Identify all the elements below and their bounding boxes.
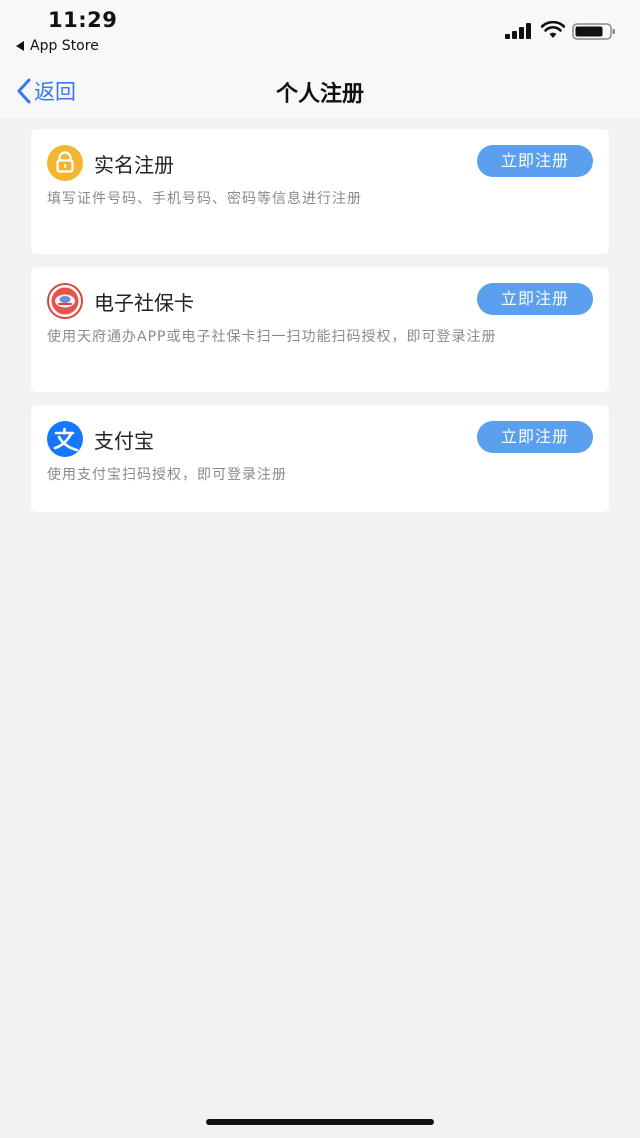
register-now-button[interactable]: 立即注册	[477, 421, 593, 453]
card-title: 实名注册	[94, 152, 174, 177]
navigation-bar: 返回 个人注册	[0, 62, 640, 118]
screen: 11:29 App Store 返回 个人注册 实名注册 立即注册 填写证件号码…	[0, 0, 640, 1138]
register-now-button[interactable]: 立即注册	[477, 145, 593, 177]
back-to-app-store-link[interactable]: App Store	[16, 38, 99, 54]
register-now-button[interactable]: 立即注册	[477, 283, 593, 315]
card-description: 使用支付宝扫码授权，即可登录注册	[47, 467, 287, 483]
card-header: 实名注册	[47, 145, 174, 181]
social-security-card-icon	[47, 283, 83, 319]
lock-icon	[47, 145, 83, 181]
status-time: 11:29	[48, 8, 118, 32]
back-app-label: App Store	[30, 38, 99, 54]
real-name-registration-card: 实名注册 立即注册 填写证件号码、手机号码、密码等信息进行注册	[31, 129, 609, 254]
cellular-signal-icon	[505, 23, 531, 39]
card-description: 填写证件号码、手机号码、密码等信息进行注册	[47, 191, 362, 207]
battery-icon	[572, 23, 615, 40]
card-header: 支付宝	[47, 421, 154, 457]
home-indicator[interactable]	[206, 1119, 434, 1125]
alipay-registration-card: 支付宝 立即注册 使用支付宝扫码授权，即可登录注册	[31, 405, 609, 512]
wifi-icon	[541, 21, 565, 38]
card-header: 电子社保卡	[47, 283, 194, 319]
alipay-icon	[47, 421, 83, 457]
status-bar: 11:29 App Store	[0, 0, 640, 62]
social-security-card-registration-card: 电子社保卡 立即注册 使用天府通办APP或电子社保卡扫一扫功能扫码授权，即可登录…	[31, 267, 609, 392]
card-title: 支付宝	[94, 428, 154, 453]
card-description: 使用天府通办APP或电子社保卡扫一扫功能扫码授权，即可登录注册	[47, 329, 497, 345]
back-triangle-icon	[16, 41, 24, 51]
card-title: 电子社保卡	[94, 290, 194, 315]
page-title: 个人注册	[275, 82, 364, 107]
